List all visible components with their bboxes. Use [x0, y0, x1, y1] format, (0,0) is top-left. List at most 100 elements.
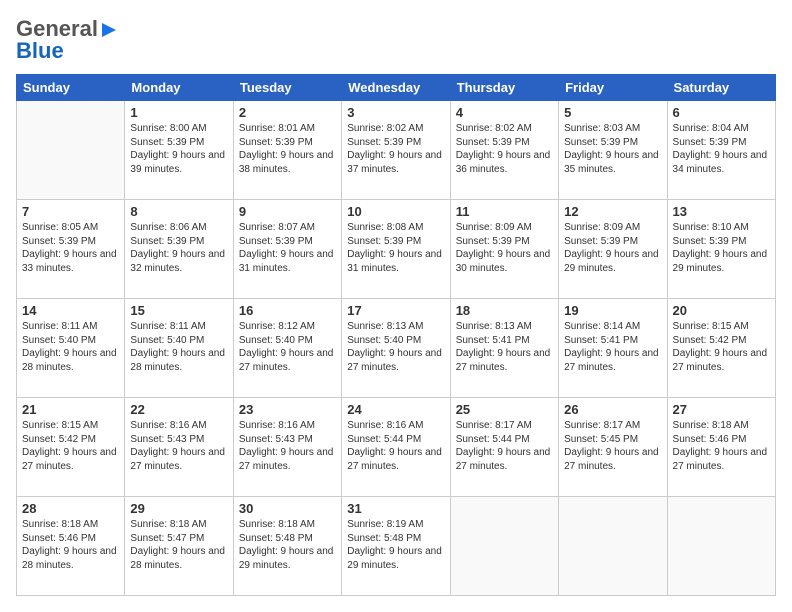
calendar-cell: 30Sunrise: 8:18 AM Sunset: 5:48 PM Dayli… — [233, 497, 341, 596]
day-header-tuesday: Tuesday — [233, 75, 341, 101]
day-number: 10 — [347, 204, 444, 219]
calendar-cell: 19 Sunrise: 8:14 AM Sunset: 5:41 PM Dayli… — [559, 299, 667, 398]
calendar-cell: 26Sunrise: 8:17 AM Sunset: 5:45 PM Dayli… — [559, 398, 667, 497]
day-number: 15 — [130, 303, 227, 318]
calendar-cell: 4 Sunrise: 8:02 AM Sunset: 5:39 PM Daylig… — [450, 101, 558, 200]
cell-info: Sunrise: 8:04 AM Sunset: 5:39 PM Dayligh… — [673, 122, 770, 176]
cell-info: Sunrise: 8:15 AM Sunset: 5:42 PM Dayligh… — [22, 419, 119, 473]
calendar-cell: 14 Sunrise: 8:11 AM Sunset: 5:40 PM Dayli… — [17, 299, 125, 398]
day-header-sunday: Sunday — [17, 75, 125, 101]
calendar-week-row: 28 Sunrise: 8:18 AM Sunset: 5:46 PM Dayli… — [17, 497, 776, 596]
calendar-cell: 28 Sunrise: 8:18 AM Sunset: 5:46 PM Dayli… — [17, 497, 125, 596]
day-number: 11 — [456, 204, 553, 219]
calendar-cell — [667, 497, 775, 596]
day-number: 14 — [22, 303, 119, 318]
cell-info: Sunrise: 8:16 AM Sunset: 5:44 PM Dayligh… — [347, 419, 444, 473]
calendar-cell — [17, 101, 125, 200]
calendar-cell: 29Sunrise: 8:18 AM Sunset: 5:47 PM Dayli… — [125, 497, 233, 596]
day-number: 9 — [239, 204, 336, 219]
day-header-wednesday: Wednesday — [342, 75, 450, 101]
calendar-cell — [450, 497, 558, 596]
cell-info: Sunrise: 8:06 AM Sunset: 5:39 PM Dayligh… — [130, 221, 227, 275]
day-number: 24 — [347, 402, 444, 417]
cell-info: Sunrise: 8:17 AM Sunset: 5:44 PM Dayligh… — [456, 419, 553, 473]
day-number: 21 — [22, 402, 119, 417]
cell-info: Sunrise: 8:16 AM Sunset: 5:43 PM Dayligh… — [130, 419, 227, 473]
calendar-cell: 11Sunrise: 8:09 AM Sunset: 5:39 PM Dayli… — [450, 200, 558, 299]
cell-info: Sunrise: 8:15 AM Sunset: 5:42 PM Dayligh… — [673, 320, 770, 374]
calendar-cell: 7 Sunrise: 8:05 AM Sunset: 5:39 PM Daylig… — [17, 200, 125, 299]
calendar-header-row: SundayMondayTuesdayWednesdayThursdayFrid… — [17, 75, 776, 101]
day-number: 31 — [347, 501, 444, 516]
calendar-cell: 25 Sunrise: 8:17 AM Sunset: 5:44 PM Dayli… — [450, 398, 558, 497]
calendar-week-row: 21 Sunrise: 8:15 AM Sunset: 5:42 PM Dayli… — [17, 398, 776, 497]
cell-info: Sunrise: 8:11 AM Sunset: 5:40 PM Dayligh… — [22, 320, 119, 374]
day-number: 22 — [130, 402, 227, 417]
day-number: 7 — [22, 204, 119, 219]
cell-info: Sunrise: 8:19 AM Sunset: 5:48 PM Dayligh… — [347, 518, 444, 572]
cell-info: Sunrise: 8:16 AM Sunset: 5:43 PM Dayligh… — [239, 419, 336, 473]
day-number: 1 — [130, 105, 227, 120]
logo-blue: Blue — [16, 38, 64, 64]
cell-info: Sunrise: 8:02 AM Sunset: 5:39 PM Dayligh… — [456, 122, 553, 176]
cell-info: Sunrise: 8:14 AM Sunset: 5:41 PM Dayligh… — [564, 320, 661, 374]
day-header-monday: Monday — [125, 75, 233, 101]
cell-info: Sunrise: 8:01 AM Sunset: 5:39 PM Dayligh… — [239, 122, 336, 176]
calendar-cell: 21 Sunrise: 8:15 AM Sunset: 5:42 PM Dayli… — [17, 398, 125, 497]
calendar-cell — [559, 497, 667, 596]
day-number: 28 — [22, 501, 119, 516]
day-number: 25 — [456, 402, 553, 417]
day-number: 19 — [564, 303, 661, 318]
calendar-cell: 3Sunrise: 8:02 AM Sunset: 5:39 PM Daylig… — [342, 101, 450, 200]
day-number: 13 — [673, 204, 770, 219]
calendar-cell: 1 Sunrise: 8:00 AM Sunset: 5:39 PM Daylig… — [125, 101, 233, 200]
calendar-cell: 5 Sunrise: 8:03 AM Sunset: 5:39 PM Daylig… — [559, 101, 667, 200]
cell-info: Sunrise: 8:02 AM Sunset: 5:39 PM Dayligh… — [347, 122, 444, 176]
calendar-cell: 15 Sunrise: 8:11 AM Sunset: 5:40 PM Dayli… — [125, 299, 233, 398]
calendar-week-row: 14 Sunrise: 8:11 AM Sunset: 5:40 PM Dayli… — [17, 299, 776, 398]
day-number: 2 — [239, 105, 336, 120]
cell-info: Sunrise: 8:10 AM Sunset: 5:39 PM Dayligh… — [673, 221, 770, 275]
cell-info: Sunrise: 8:13 AM Sunset: 5:40 PM Dayligh… — [347, 320, 444, 374]
day-number: 27 — [673, 402, 770, 417]
calendar-cell: 23 Sunrise: 8:16 AM Sunset: 5:43 PM Dayli… — [233, 398, 341, 497]
calendar-cell: 13 Sunrise: 8:10 AM Sunset: 5:39 PM Dayli… — [667, 200, 775, 299]
day-number: 17 — [347, 303, 444, 318]
day-number: 29 — [130, 501, 227, 516]
calendar-cell: 10 Sunrise: 8:08 AM Sunset: 5:39 PM Dayli… — [342, 200, 450, 299]
calendar-cell: 27 Sunrise: 8:18 AM Sunset: 5:46 PM Dayli… — [667, 398, 775, 497]
calendar-cell: 31 Sunrise: 8:19 AM Sunset: 5:48 PM Dayli… — [342, 497, 450, 596]
cell-info: Sunrise: 8:03 AM Sunset: 5:39 PM Dayligh… — [564, 122, 661, 176]
cell-info: Sunrise: 8:11 AM Sunset: 5:40 PM Dayligh… — [130, 320, 227, 374]
logo: General Blue — [16, 16, 118, 64]
calendar-cell: 6Sunrise: 8:04 AM Sunset: 5:39 PM Daylig… — [667, 101, 775, 200]
day-number: 26 — [564, 402, 661, 417]
calendar-cell: 12Sunrise: 8:09 AM Sunset: 5:39 PM Dayli… — [559, 200, 667, 299]
cell-info: Sunrise: 8:18 AM Sunset: 5:48 PM Dayligh… — [239, 518, 336, 572]
day-number: 5 — [564, 105, 661, 120]
day-number: 23 — [239, 402, 336, 417]
day-header-saturday: Saturday — [667, 75, 775, 101]
day-number: 20 — [673, 303, 770, 318]
cell-info: Sunrise: 8:08 AM Sunset: 5:39 PM Dayligh… — [347, 221, 444, 275]
cell-info: Sunrise: 8:18 AM Sunset: 5:46 PM Dayligh… — [673, 419, 770, 473]
calendar-cell: 20 Sunrise: 8:15 AM Sunset: 5:42 PM Dayli… — [667, 299, 775, 398]
day-number: 4 — [456, 105, 553, 120]
page: General Blue SundayMondayTuesdayWednesda… — [0, 0, 792, 612]
cell-info: Sunrise: 8:05 AM Sunset: 5:39 PM Dayligh… — [22, 221, 119, 275]
calendar-table: SundayMondayTuesdayWednesdayThursdayFrid… — [16, 74, 776, 596]
calendar-cell: 24 Sunrise: 8:16 AM Sunset: 5:44 PM Dayli… — [342, 398, 450, 497]
cell-info: Sunrise: 8:18 AM Sunset: 5:46 PM Dayligh… — [22, 518, 119, 572]
cell-info: Sunrise: 8:12 AM Sunset: 5:40 PM Dayligh… — [239, 320, 336, 374]
calendar-week-row: 7 Sunrise: 8:05 AM Sunset: 5:39 PM Daylig… — [17, 200, 776, 299]
day-header-friday: Friday — [559, 75, 667, 101]
calendar-week-row: 1 Sunrise: 8:00 AM Sunset: 5:39 PM Daylig… — [17, 101, 776, 200]
day-number: 18 — [456, 303, 553, 318]
calendar-cell: 18 Sunrise: 8:13 AM Sunset: 5:41 PM Dayli… — [450, 299, 558, 398]
header: General Blue — [16, 16, 776, 64]
cell-info: Sunrise: 8:09 AM Sunset: 5:39 PM Dayligh… — [564, 221, 661, 275]
calendar-cell: 9Sunrise: 8:07 AM Sunset: 5:39 PM Daylig… — [233, 200, 341, 299]
cell-info: Sunrise: 8:13 AM Sunset: 5:41 PM Dayligh… — [456, 320, 553, 374]
cell-info: Sunrise: 8:00 AM Sunset: 5:39 PM Dayligh… — [130, 122, 227, 176]
day-header-thursday: Thursday — [450, 75, 558, 101]
